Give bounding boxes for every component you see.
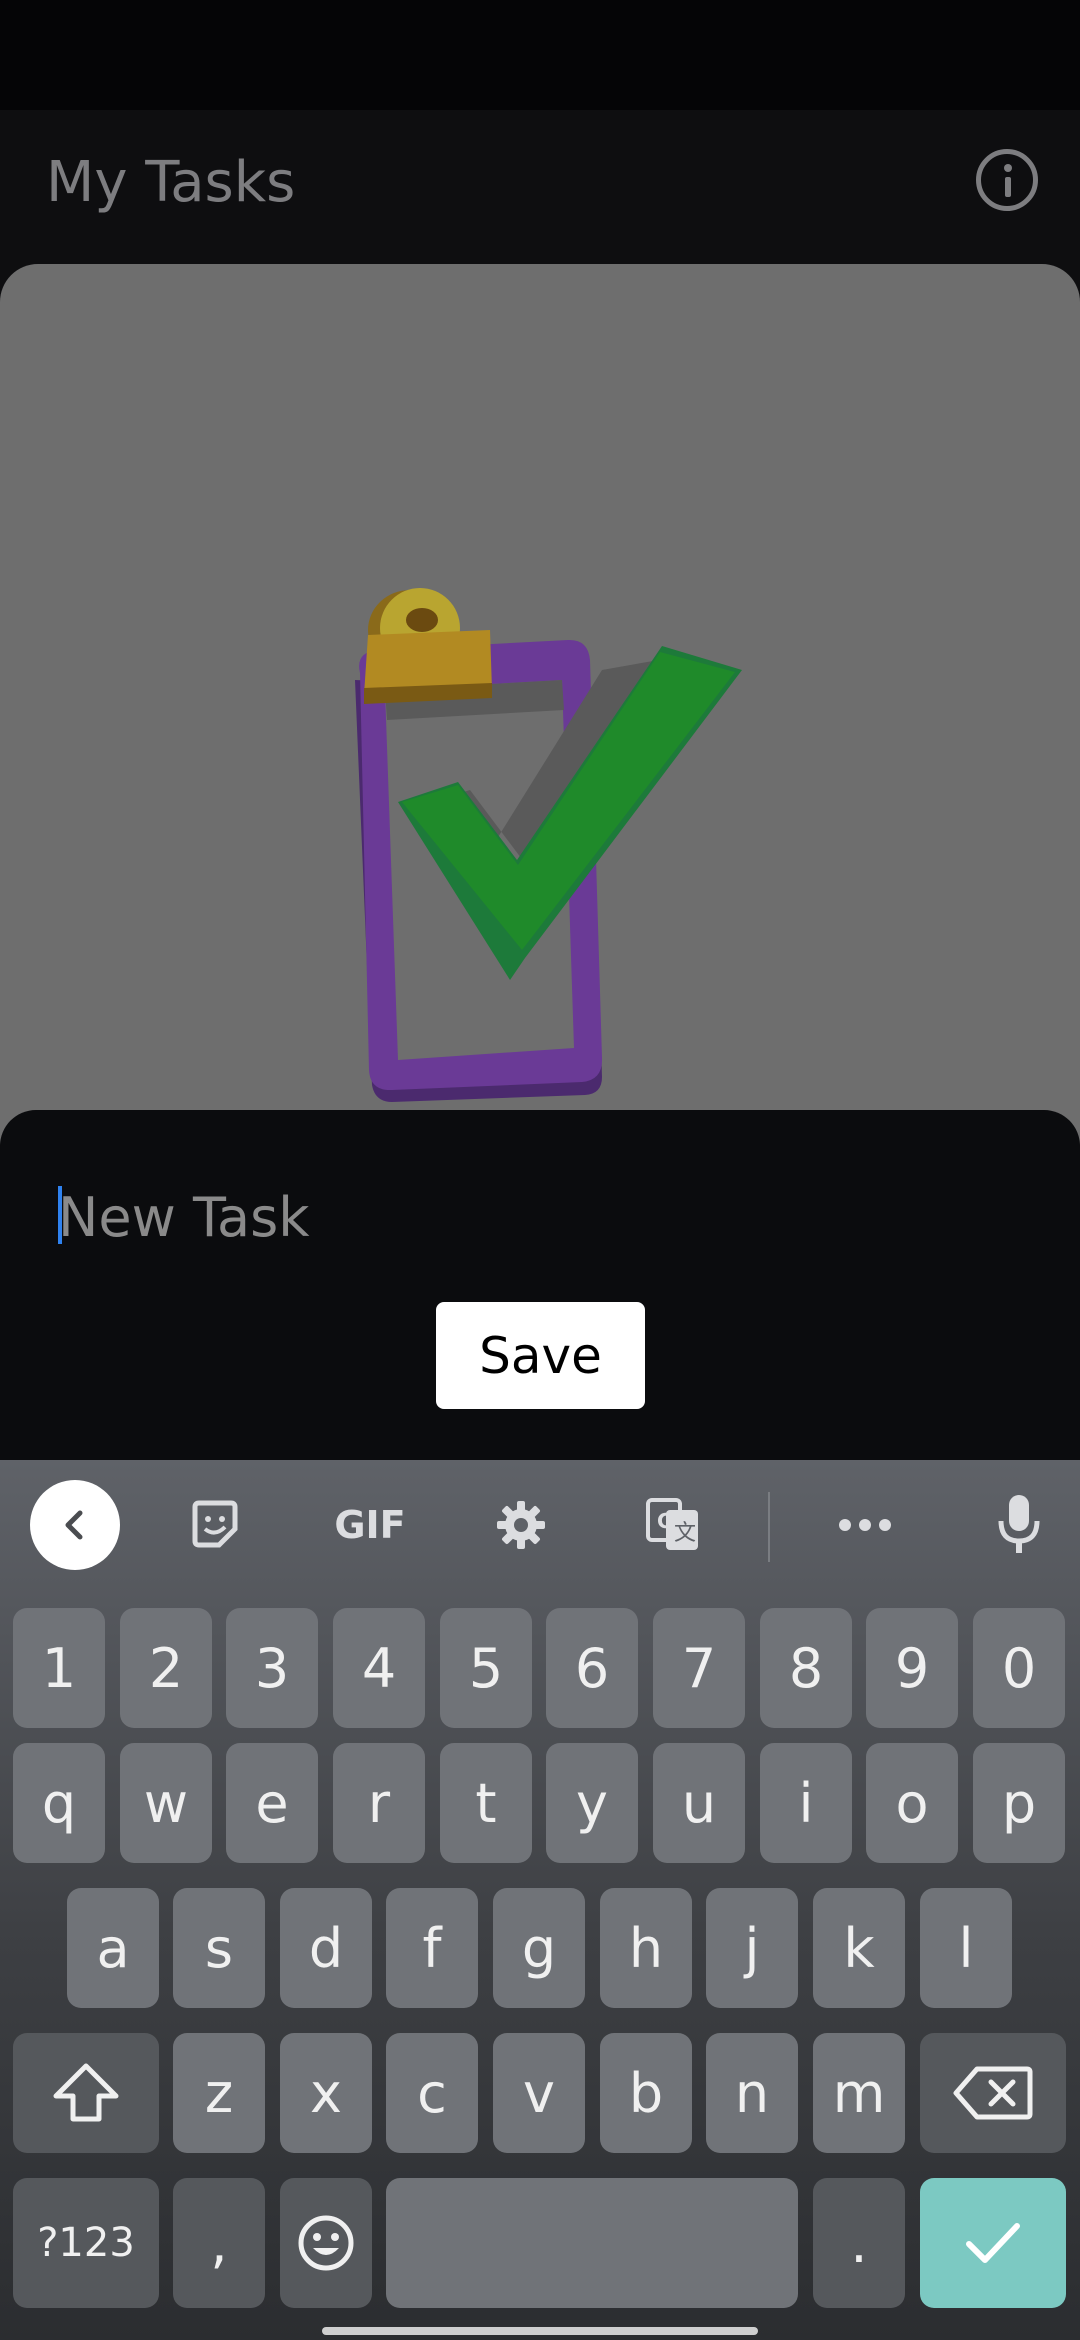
key-o[interactable]: o: [866, 1743, 958, 1863]
microphone-icon[interactable]: [974, 1480, 1064, 1570]
key-2[interactable]: 2: [120, 1608, 212, 1728]
clipboard-check-illustration: [355, 588, 742, 1102]
key-7[interactable]: 7: [653, 1608, 745, 1728]
translate-icon[interactable]: G文: [628, 1480, 718, 1570]
emoji-icon: [298, 2215, 354, 2271]
task-app: My Tasks Save: [0, 0, 1080, 1460]
key-r[interactable]: r: [333, 1743, 425, 1863]
key-f[interactable]: f: [386, 1888, 478, 2008]
key-m[interactable]: m: [813, 2033, 905, 2153]
key-t[interactable]: t: [440, 1743, 532, 1863]
key-c[interactable]: c: [386, 2033, 478, 2153]
key-q[interactable]: q: [13, 1743, 105, 1863]
soft-keyboard: GIF G文 1 2 3 4 5 6 7 8 9 0 q w e r t y u…: [0, 1460, 1080, 2340]
key-l[interactable]: l: [920, 1888, 1012, 2008]
key-b[interactable]: b: [600, 2033, 692, 2153]
key-k[interactable]: k: [813, 1888, 905, 2008]
symbols-key[interactable]: ?123: [13, 2178, 159, 2308]
space-key[interactable]: [386, 2178, 798, 2308]
key-d[interactable]: d: [280, 1888, 372, 2008]
more-icon[interactable]: [820, 1480, 910, 1570]
key-8[interactable]: 8: [760, 1608, 852, 1728]
key-n[interactable]: n: [706, 2033, 798, 2153]
new-task-input[interactable]: [58, 1172, 1018, 1262]
status-bar: [0, 0, 1080, 110]
toolbar-divider: [768, 1492, 770, 1562]
collapse-icon[interactable]: [30, 1480, 120, 1570]
key-y[interactable]: y: [546, 1743, 638, 1863]
svg-text:G: G: [657, 1509, 673, 1533]
key-i[interactable]: i: [760, 1743, 852, 1863]
key-4[interactable]: 4: [333, 1608, 425, 1728]
period-key[interactable]: .: [813, 2178, 905, 2308]
backspace-icon: [953, 2066, 1033, 2120]
key-a[interactable]: a: [67, 1888, 159, 2008]
key-h[interactable]: h: [600, 1888, 692, 2008]
key-0[interactable]: 0: [973, 1608, 1065, 1728]
key-3[interactable]: 3: [226, 1608, 318, 1728]
save-button[interactable]: Save: [436, 1302, 645, 1409]
key-p[interactable]: p: [973, 1743, 1065, 1863]
key-x[interactable]: x: [280, 2033, 372, 2153]
key-g[interactable]: g: [493, 1888, 585, 2008]
sticker-icon[interactable]: [170, 1480, 260, 1570]
done-key[interactable]: [920, 2178, 1066, 2308]
key-9[interactable]: 9: [866, 1608, 958, 1728]
page-title: My Tasks: [46, 150, 296, 215]
check-icon: [966, 2223, 1020, 2263]
key-5[interactable]: 5: [440, 1608, 532, 1728]
key-1[interactable]: 1: [13, 1608, 105, 1728]
key-6[interactable]: 6: [546, 1608, 638, 1728]
emoji-key[interactable]: [280, 2178, 372, 2308]
key-z[interactable]: z: [173, 2033, 265, 2153]
text-cursor: [58, 1186, 62, 1244]
shift-icon: [53, 2063, 119, 2122]
backspace-key[interactable]: [920, 2033, 1066, 2153]
key-w[interactable]: w: [120, 1743, 212, 1863]
svg-text:文: 文: [674, 1521, 696, 1546]
info-icon[interactable]: [976, 149, 1038, 211]
key-v[interactable]: v: [493, 2033, 585, 2153]
shift-key[interactable]: [13, 2033, 159, 2153]
app-bar: My Tasks: [0, 110, 1080, 265]
comma-key[interactable]: ,: [173, 2178, 265, 2308]
home-indicator[interactable]: [322, 2327, 758, 2335]
gear-icon[interactable]: [476, 1480, 566, 1570]
key-j[interactable]: j: [706, 1888, 798, 2008]
keyboard-toolbar: GIF G文: [0, 1460, 1080, 1592]
key-u[interactable]: u: [653, 1743, 745, 1863]
gif-icon[interactable]: GIF: [320, 1480, 420, 1570]
key-s[interactable]: s: [173, 1888, 265, 2008]
key-e[interactable]: e: [226, 1743, 318, 1863]
new-task-sheet: Save: [0, 1110, 1080, 1460]
